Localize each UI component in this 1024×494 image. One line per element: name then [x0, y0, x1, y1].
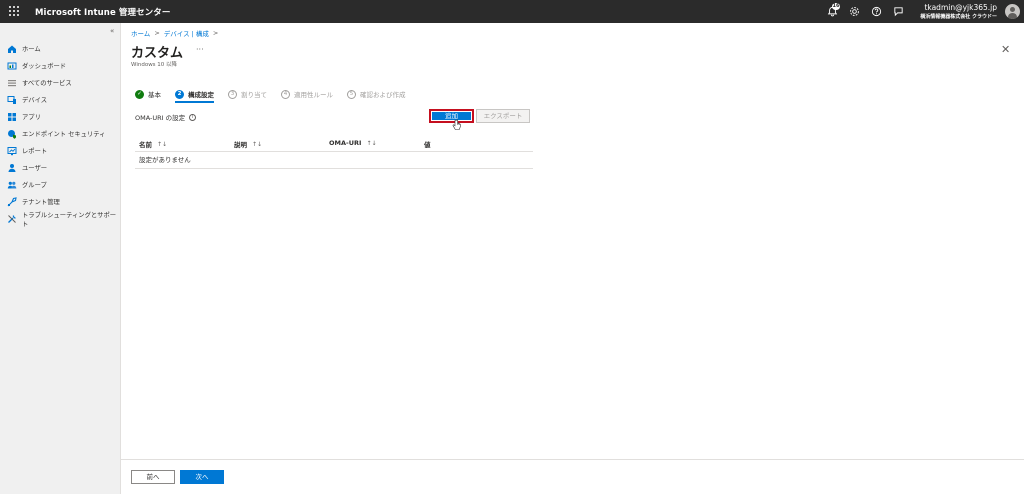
home-icon	[7, 44, 17, 54]
apps-icon	[7, 112, 17, 122]
info-icon[interactable]: i	[189, 113, 197, 121]
avatar[interactable]	[1005, 4, 1020, 19]
notifications-icon[interactable]: 16	[826, 3, 840, 18]
troubleshooting-icon	[7, 214, 17, 224]
sort-icon: ↑↓	[157, 140, 168, 148]
sidebar-item-tenant-admin[interactable]: テナント管理	[0, 193, 120, 210]
devices-icon	[7, 95, 17, 105]
sort-icon: ↑↓	[252, 140, 263, 148]
next-button[interactable]: 次へ	[180, 470, 224, 484]
sidebar-item-troubleshooting[interactable]: トラブルシューティングとサポート	[0, 210, 120, 228]
collapse-sidebar-icon[interactable]: «	[110, 27, 114, 35]
step-configuration-settings[interactable]: 2 構成設定	[175, 89, 214, 103]
wizard-steps: ✓ 基本 2 構成設定 3 割り当て 4 適用性ルール 5 確認および作成	[135, 88, 420, 103]
breadcrumb-separator: >	[212, 29, 219, 37]
hand-cursor-icon	[452, 119, 461, 130]
dashboard-icon	[7, 61, 17, 71]
step-assignments[interactable]: 3 割り当て	[228, 89, 267, 99]
breadcrumb-separator: >	[154, 29, 160, 37]
sidebar-item-apps[interactable]: アプリ	[0, 108, 120, 125]
column-header-oma-uri[interactable]: OMA-URI ↑↓	[329, 139, 377, 147]
sidebar-item-label: レポート	[22, 148, 48, 155]
breadcrumb: ホーム > デバイス | 構成 >	[131, 28, 218, 38]
page-title: カスタム	[131, 46, 184, 61]
oma-uri-settings-text: OMA-URI の設定	[135, 114, 186, 122]
sidebar-item-reports[interactable]: レポート	[0, 142, 120, 159]
sidebar: « ホーム ダッシュボード すべてのサービス デバイス アプリ エンドポイント …	[0, 23, 121, 494]
step-review-create[interactable]: 5 確認および作成	[347, 89, 406, 99]
table-header: 名前 ↑↓ 説明 ↑↓ OMA-URI ↑↓ 値	[135, 134, 533, 152]
sidebar-item-label: ホーム	[22, 46, 41, 53]
step-number: 4	[281, 89, 290, 99]
step-label: 適用性ルール	[294, 91, 333, 99]
step-label: 構成設定	[188, 91, 214, 99]
step-number: 3	[228, 89, 237, 99]
sidebar-item-label: テナント管理	[22, 199, 60, 206]
account-email: tkadmin@yjk365.jp	[924, 3, 997, 12]
sidebar-item-endpoint-security[interactable]: エンドポイント セキュリティ	[0, 125, 120, 142]
users-icon	[7, 163, 17, 173]
sidebar-nav: ホーム ダッシュボード すべてのサービス デバイス アプリ エンドポイント セキ…	[0, 40, 120, 228]
close-icon[interactable]: ✕	[1001, 43, 1010, 56]
sidebar-item-label: すべてのサービス	[22, 80, 72, 87]
groups-icon	[7, 180, 17, 190]
step-label: 基本	[148, 91, 161, 99]
account-info[interactable]: tkadmin@yjk365.jp 横浜情報機器株式会社 クラウドー	[920, 3, 997, 20]
sidebar-item-users[interactable]: ユーザー	[0, 159, 120, 176]
step-label: 割り当て	[241, 91, 267, 99]
oma-uri-settings-label: OMA-URI の設定 i	[135, 112, 197, 122]
help-icon[interactable]	[870, 5, 883, 18]
feedback-icon[interactable]	[892, 5, 905, 18]
tenant-admin-icon	[7, 196, 17, 207]
app-title[interactable]: Microsoft Intune 管理センター	[35, 6, 170, 18]
sidebar-item-home[interactable]: ホーム	[0, 40, 120, 57]
settings-icon[interactable]	[848, 5, 861, 18]
step-number: 5	[347, 89, 356, 99]
reports-icon	[7, 146, 17, 156]
step-label: 確認および作成	[360, 91, 406, 99]
main-content: ホーム > デバイス | 構成 > カスタム ··· Windows 10 以降…	[121, 23, 1024, 494]
check-icon: ✓	[135, 89, 144, 99]
page-subtitle: Windows 10 以降	[131, 62, 178, 68]
previous-button[interactable]: 前へ	[131, 470, 175, 484]
empty-state-row: 設定がありません	[135, 152, 533, 169]
column-header-description[interactable]: 説明 ↑↓	[234, 139, 263, 150]
oma-uri-table: 名前 ↑↓ 説明 ↑↓ OMA-URI ↑↓ 値 設定がありません	[135, 134, 533, 169]
sidebar-item-label: グループ	[22, 182, 47, 189]
breadcrumb-home-link[interactable]: ホーム	[131, 28, 150, 38]
breadcrumb-devices-config-link[interactable]: デバイス | 構成	[164, 28, 209, 38]
notification-count-badge: 16	[832, 3, 840, 10]
column-header-value[interactable]: 値	[424, 139, 431, 149]
top-icons: 16	[826, 3, 905, 18]
sidebar-item-all-services[interactable]: すべてのサービス	[0, 74, 120, 91]
sidebar-item-devices[interactable]: デバイス	[0, 91, 120, 108]
step-number: 2	[175, 89, 184, 99]
sidebar-item-dashboard[interactable]: ダッシュボード	[0, 57, 120, 74]
sidebar-item-label: トラブルシューティングとサポート	[22, 211, 117, 228]
sort-icon: ↑↓	[366, 139, 377, 147]
app-launcher-icon[interactable]	[9, 6, 19, 16]
top-bar: Microsoft Intune 管理センター 16 tkadmin@yjk36…	[0, 0, 1024, 23]
column-header-name[interactable]: 名前 ↑↓	[139, 139, 168, 150]
sidebar-item-label: ダッシュボード	[22, 63, 67, 70]
more-options-button[interactable]: ···	[196, 45, 204, 54]
sidebar-item-label: デバイス	[22, 97, 47, 104]
endpoint-security-icon	[7, 129, 17, 139]
sidebar-item-label: アプリ	[22, 114, 41, 121]
step-basics[interactable]: ✓ 基本	[135, 89, 161, 99]
all-services-icon	[7, 78, 17, 88]
sidebar-item-groups[interactable]: グループ	[0, 176, 120, 193]
sidebar-item-label: ユーザー	[22, 165, 48, 172]
sidebar-item-label: エンドポイント セキュリティ	[22, 131, 106, 138]
export-button[interactable]: エクスポート	[476, 109, 530, 123]
account-org: 横浜情報機器株式会社 クラウドー	[920, 14, 997, 20]
wizard-footer: 前へ 次へ	[121, 459, 1024, 494]
step-applicability-rules[interactable]: 4 適用性ルール	[281, 89, 333, 99]
